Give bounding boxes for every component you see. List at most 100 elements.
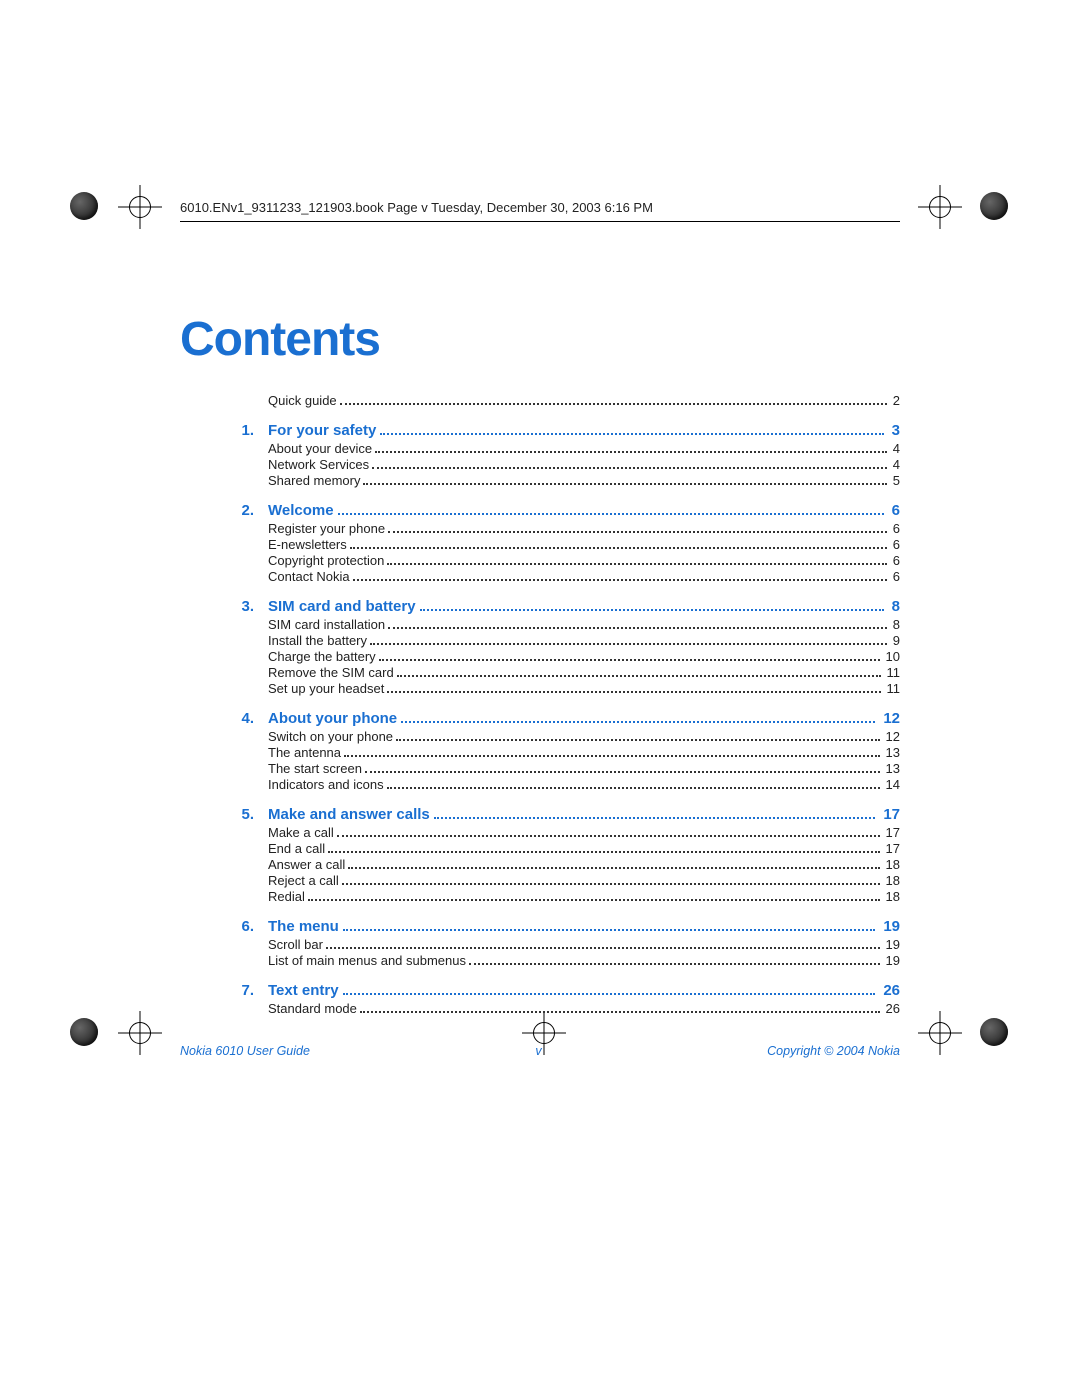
toc-chapter-number: 2.	[180, 502, 268, 519]
toc-sub-title: Reject a call	[268, 873, 339, 888]
toc-sub-title: Redial	[268, 889, 305, 904]
toc-sub-page: 18	[883, 857, 900, 872]
toc-sub-entry: Indicators and icons14	[180, 777, 900, 792]
page-footer: Nokia 6010 User Guide v Copyright © 2004…	[180, 1044, 900, 1058]
toc-sub-page: 12	[883, 729, 900, 744]
registration-mark-icon	[118, 185, 162, 229]
toc-sub-title: End a call	[268, 841, 325, 856]
toc-sub-title: Copyright protection	[268, 553, 384, 568]
registration-mark-icon	[118, 1011, 162, 1055]
toc-chapter-entry: 2.Welcome6	[180, 502, 900, 519]
toc-sub-page: 6	[890, 553, 900, 568]
toc-sub-title: About your device	[268, 441, 372, 456]
toc-sub-page: 17	[883, 825, 900, 840]
toc-leader-dots	[387, 787, 880, 789]
toc-sub-title: Install the battery	[268, 633, 367, 648]
toc-sub-page: 6	[890, 521, 900, 536]
toc-leader-dots	[370, 643, 887, 645]
toc-sub-title: Shared memory	[268, 473, 360, 488]
toc-chapter-entry: 4.About your phone12	[180, 710, 900, 727]
toc-leader-dots	[343, 993, 876, 995]
toc-chapter-page: 3	[888, 422, 900, 439]
toc-sub-entry: Scroll bar 19	[180, 937, 900, 952]
toc-chapter-page: 26	[879, 982, 900, 999]
toc-sub-entry: The start screen 13	[180, 761, 900, 776]
toc-chapter-title: The menu	[268, 918, 339, 935]
toc-sub-page: 2	[890, 393, 900, 408]
toc-sub-page: 14	[883, 777, 900, 792]
toc-leader-dots	[380, 433, 883, 435]
toc-sub-title: Set up your headset	[268, 681, 384, 696]
toc-sub-entry: About your device 4	[180, 441, 900, 456]
toc-sub-entry: Switch on your phone12	[180, 729, 900, 744]
toc-sub-entry: Contact Nokia6	[180, 569, 900, 584]
toc-sub-page: 4	[890, 457, 900, 472]
toc-sub-page: 17	[883, 841, 900, 856]
footer-right: Copyright © 2004 Nokia	[767, 1044, 900, 1058]
toc-leader-dots	[326, 947, 880, 949]
toc-leader-dots	[379, 659, 880, 661]
toc-chapter-page: 6	[888, 502, 900, 519]
toc-sub-entry: Remove the SIM card11	[180, 665, 900, 680]
toc-sub-title: Register your phone	[268, 521, 385, 536]
toc-leader-dots	[388, 627, 887, 629]
toc-sub-title: Scroll bar	[268, 937, 323, 952]
toc-sub-title: E-newsletters	[268, 537, 347, 552]
toc-chapter-page: 8	[888, 598, 900, 615]
toc-sub-page: 18	[883, 889, 900, 904]
toc-leader-dots	[337, 835, 880, 837]
toc-sub-page: 6	[890, 537, 900, 552]
toc-leader-dots	[343, 929, 875, 931]
toc-chapter-page: 12	[879, 710, 900, 727]
toc-sub-title: Answer a call	[268, 857, 345, 872]
toc-leader-dots	[372, 467, 887, 469]
header-rule	[180, 221, 900, 222]
toc-sub-page: 13	[883, 761, 900, 776]
toc-chapter-title: Text entry	[268, 982, 339, 999]
toc-sub-page: 26	[883, 1001, 900, 1016]
toc-leader-dots	[338, 513, 884, 515]
toc-sub-page: 6	[890, 569, 900, 584]
toc-sub-entry: Network Services4	[180, 457, 900, 472]
toc-chapter-number: 1.	[180, 422, 268, 439]
toc-chapter-title: SIM card and battery	[268, 598, 416, 615]
toc-sub-title: The antenna	[268, 745, 341, 760]
toc-sub-page: 19	[883, 953, 900, 968]
toc-leader-dots	[388, 531, 887, 533]
toc-leader-dots	[375, 451, 887, 453]
toc-leader-dots	[342, 883, 880, 885]
toc-sub-entry: SIM card installation8	[180, 617, 900, 632]
toc-chapter-entry: 1.For your safety 3	[180, 422, 900, 439]
toc-chapter-number: 6.	[180, 918, 268, 935]
toc-sub-entry: Install the battery9	[180, 633, 900, 648]
toc-sub-entry: Answer a call 18	[180, 857, 900, 872]
toc-sub-title: Charge the battery	[268, 649, 376, 664]
toc-sub-title: The start screen	[268, 761, 362, 776]
toc-leader-dots	[365, 771, 880, 773]
toc-leader-dots	[401, 721, 875, 723]
toc-chapter-number: 5.	[180, 806, 268, 823]
toc-sub-entry: Redial 18	[180, 889, 900, 904]
page-title: Contents	[180, 312, 900, 367]
toc-chapter-title: For your safety	[268, 422, 376, 439]
toc-sub-entry: Set up your headset11	[180, 681, 900, 696]
registration-mark-icon	[918, 1011, 962, 1055]
toc-sub-title: Make a call	[268, 825, 334, 840]
toc-leader-dots	[469, 963, 880, 965]
toc-sub-entry: Charge the battery10	[180, 649, 900, 664]
toc-sub-page: 5	[890, 473, 900, 488]
toc-sub-page: 13	[883, 745, 900, 760]
toc-leader-dots	[340, 403, 887, 405]
toc-leader-dots	[434, 817, 876, 819]
toc-leader-dots	[360, 1011, 880, 1013]
toc-sub-page: 4	[890, 441, 900, 456]
toc-sub-title: Quick guide	[268, 393, 337, 408]
toc-leader-dots	[387, 563, 886, 565]
toc-sub-title: SIM card installation	[268, 617, 385, 632]
toc-sub-page: 19	[883, 937, 900, 952]
toc-sub-page: 11	[884, 665, 901, 680]
toc-sub-entry: E-newsletters 6	[180, 537, 900, 552]
toc-leader-dots	[308, 899, 880, 901]
toc-sub-entry: List of main menus and submenus19	[180, 953, 900, 968]
toc-sub-entry: Register your phone 6	[180, 521, 900, 536]
